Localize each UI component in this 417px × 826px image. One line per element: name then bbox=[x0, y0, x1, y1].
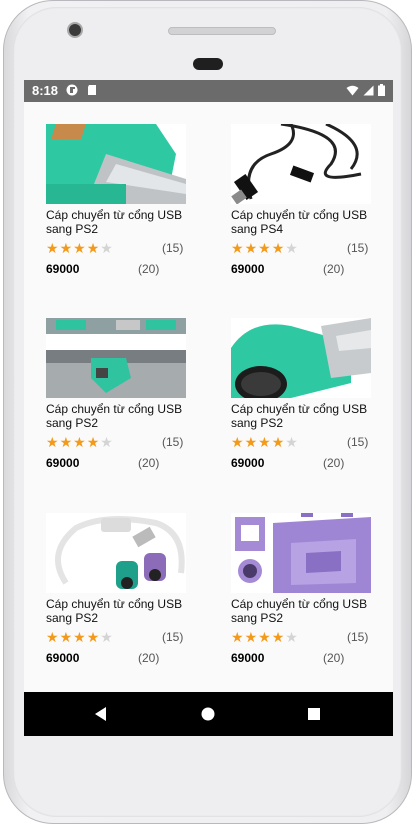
status-time: 8:18 bbox=[32, 83, 59, 98]
product-card[interactable]: Cáp chuyển từ cổng USB sang PS2 ★ ★ ★ ★ ★ (1… bbox=[46, 124, 186, 276]
back-icon[interactable] bbox=[92, 705, 110, 723]
product-card[interactable]: Cáp chuyển từ cổng USB sang PS2 ★ ★ ★ ★ ★ (1… bbox=[231, 318, 371, 470]
price: 69000 bbox=[46, 651, 80, 665]
star-icon: ★ bbox=[59, 434, 73, 450]
home-icon[interactable] bbox=[199, 705, 217, 723]
price: 69000 bbox=[231, 651, 265, 665]
product-title: Cáp chuyển từ cổng USB sang PS2 bbox=[231, 402, 368, 430]
sold-count: (20) bbox=[323, 651, 345, 665]
product-card[interactable]: Cáp chuyển từ cổng USB sang PS2 ★ ★ ★ ★ ★ (1… bbox=[231, 513, 371, 665]
product-image bbox=[231, 124, 371, 204]
star-icon: ★ bbox=[100, 240, 113, 256]
star-icon: ★ bbox=[73, 434, 86, 450]
star-icon: ★ bbox=[46, 240, 59, 256]
star-icon: ★ bbox=[231, 434, 244, 450]
star-icon: ★ bbox=[73, 629, 86, 645]
star-icon: ★ bbox=[46, 434, 59, 450]
star-icon: ★ bbox=[59, 240, 73, 256]
fdroid-icon bbox=[66, 84, 78, 96]
star-icon: ★ bbox=[100, 629, 113, 645]
product-title: Cáp chuyển từ cổng USB sang PS2 bbox=[46, 208, 183, 236]
star-icon: ★ bbox=[271, 240, 285, 256]
price: 69000 bbox=[46, 456, 80, 470]
sold-count: (20) bbox=[138, 456, 160, 470]
price: 69000 bbox=[231, 262, 265, 276]
review-count: (15) bbox=[347, 435, 369, 449]
sold-count: (20) bbox=[323, 456, 345, 470]
star-icon: ★ bbox=[285, 240, 298, 256]
product-image bbox=[231, 513, 371, 593]
recents-icon[interactable] bbox=[305, 705, 323, 723]
rating-stars: ★ ★ ★ ★ ★ bbox=[231, 630, 298, 644]
review-count: (15) bbox=[162, 435, 184, 449]
star-icon: ★ bbox=[231, 629, 244, 645]
rating-stars: ★ ★ ★ ★ ★ bbox=[46, 630, 113, 644]
product-image bbox=[46, 513, 186, 593]
price: 69000 bbox=[46, 262, 80, 276]
star-icon: ★ bbox=[231, 240, 244, 256]
rating-stars: ★ ★ ★ ★ ★ bbox=[46, 435, 113, 449]
star-icon: ★ bbox=[86, 240, 100, 256]
price: 69000 bbox=[231, 456, 265, 470]
star-icon: ★ bbox=[73, 240, 86, 256]
star-icon: ★ bbox=[271, 629, 285, 645]
star-icon: ★ bbox=[244, 434, 258, 450]
earpiece-speaker bbox=[168, 27, 276, 35]
product-title: Cáp chuyển từ cổng USB sang PS4 bbox=[231, 208, 368, 236]
rating-stars: ★ ★ ★ ★ ★ bbox=[231, 435, 298, 449]
product-title: Cáp chuyển từ cổng USB sang PS2 bbox=[231, 597, 368, 625]
product-card[interactable]: Cáp chuyển từ cổng USB sang PS2 ★ ★ ★ ★ ★ (1… bbox=[46, 513, 186, 665]
star-icon: ★ bbox=[244, 629, 258, 645]
proximity-sensor bbox=[193, 58, 223, 70]
product-image bbox=[46, 318, 186, 398]
star-icon: ★ bbox=[86, 629, 100, 645]
status-bar: 8:18 bbox=[24, 80, 393, 102]
star-icon: ★ bbox=[244, 240, 258, 256]
signal-icon bbox=[363, 85, 374, 95]
star-icon: ★ bbox=[258, 629, 271, 645]
star-icon: ★ bbox=[271, 434, 285, 450]
review-count: (15) bbox=[347, 241, 369, 255]
wifi-icon bbox=[346, 85, 359, 95]
review-count: (15) bbox=[347, 630, 369, 644]
star-icon: ★ bbox=[86, 434, 100, 450]
product-grid: Cáp chuyển từ cổng USB sang PS2 ★ ★ ★ ★ ★ (1… bbox=[24, 102, 393, 692]
navigation-bar bbox=[24, 692, 393, 736]
front-camera bbox=[67, 22, 83, 38]
star-icon: ★ bbox=[46, 629, 59, 645]
sold-count: (20) bbox=[138, 262, 160, 276]
product-image bbox=[46, 124, 186, 204]
star-icon: ★ bbox=[285, 434, 298, 450]
sold-count: (20) bbox=[323, 262, 345, 276]
product-image bbox=[231, 318, 371, 398]
product-card[interactable]: Cáp chuyển từ cổng USB sang PS2 ★ ★ ★ ★ ★ (1… bbox=[46, 318, 186, 470]
product-card[interactable]: Cáp chuyển từ cổng USB sang PS4 ★ ★ ★ ★ ★ (1… bbox=[231, 124, 371, 276]
star-icon: ★ bbox=[258, 434, 271, 450]
star-icon: ★ bbox=[100, 434, 113, 450]
star-icon: ★ bbox=[258, 240, 271, 256]
review-count: (15) bbox=[162, 630, 184, 644]
screen: 8:18 Cáp chuyển từ cổng USB sang PS2 ★ ★… bbox=[24, 80, 393, 736]
sdcard-icon bbox=[88, 85, 96, 95]
review-count: (15) bbox=[162, 241, 184, 255]
status-icons bbox=[346, 84, 385, 96]
product-title: Cáp chuyển từ cổng USB sang PS2 bbox=[46, 597, 183, 625]
sold-count: (20) bbox=[138, 651, 160, 665]
rating-stars: ★ ★ ★ ★ ★ bbox=[231, 241, 298, 255]
battery-icon bbox=[378, 84, 385, 96]
star-icon: ★ bbox=[285, 629, 298, 645]
star-icon: ★ bbox=[59, 629, 73, 645]
product-title: Cáp chuyển từ cổng USB sang PS2 bbox=[46, 402, 183, 430]
rating-stars: ★ ★ ★ ★ ★ bbox=[46, 241, 113, 255]
